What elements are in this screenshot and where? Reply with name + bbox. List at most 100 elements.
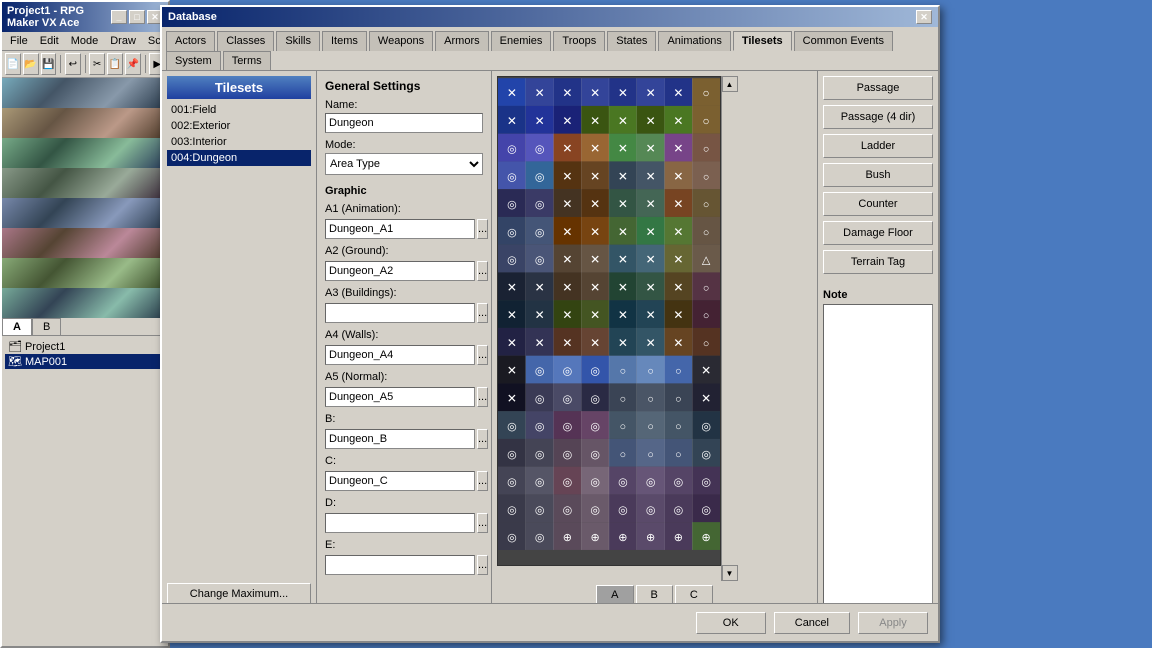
terrain-tag-btn[interactable]: Terrain Tag [823,250,933,274]
tile-thumb-3[interactable] [2,138,168,168]
dtab-tilesets[interactable]: Tilesets [733,31,792,51]
a3-input[interactable] [325,303,475,323]
menu-file[interactable]: File [4,33,34,49]
a5-input[interactable] [325,387,475,407]
tile-tab-a[interactable]: A [596,585,633,605]
tab-a[interactable]: A [2,318,32,335]
tile-thumb-6[interactable] [2,228,168,258]
tile-thumb-8[interactable] [2,288,168,318]
tile-grid-wrapper: ✕ ✕ ✕ ✕ ✕ ✕ ✕ ○ [497,76,812,581]
dtab-items[interactable]: Items [322,31,367,51]
toolbar-save[interactable]: 💾 [41,53,57,75]
toolbar-undo[interactable]: ↩ [65,53,81,75]
tile-thumb-4[interactable] [2,168,168,198]
svg-text:✕: ✕ [618,280,628,294]
toolbar-open[interactable]: 📂 [23,53,39,75]
tile-grid-svg[interactable]: ✕ ✕ ✕ ✕ ✕ ✕ ✕ ○ [497,76,721,566]
bush-btn[interactable]: Bush [823,163,933,187]
dtab-troops[interactable]: Troops [553,31,605,51]
ok-btn[interactable]: OK [696,612,766,634]
toolbar-copy[interactable]: 📋 [107,53,123,75]
passage4dir-btn[interactable]: Passage (4 dir) [823,105,933,129]
tile-thumb-1[interactable] [2,78,168,108]
d-input[interactable] [325,513,475,533]
dtab-weapons[interactable]: Weapons [369,31,433,51]
tile-row-8 [2,288,168,318]
svg-text:○: ○ [620,366,627,378]
dtab-actors[interactable]: Actors [166,31,215,51]
svg-text:✕: ✕ [646,197,656,211]
dtab-system[interactable]: System [166,51,221,70]
a4-input[interactable] [325,345,475,365]
a1-browse-btn[interactable]: ... [477,219,488,239]
rpg-maximize-btn[interactable]: □ [129,10,145,24]
a2-input[interactable] [325,261,475,281]
scroll-up[interactable]: ▲ [722,76,738,92]
tile-tab-b[interactable]: B [636,585,673,605]
damage-floor-btn[interactable]: Damage Floor [823,221,933,245]
rpg-minimize-btn[interactable]: _ [111,10,127,24]
svg-text:✕: ✕ [646,114,656,128]
c-input[interactable] [325,471,475,491]
change-max-btn[interactable]: Change Maximum... [167,583,311,605]
toolbar-sep2 [85,55,86,73]
toolbar-cut[interactable]: ✂ [89,53,105,75]
svg-text:✕: ✕ [673,114,683,128]
a2-browse-btn[interactable]: ... [477,261,488,281]
rpg-title-buttons: _ □ ✕ [111,10,163,24]
dtab-common-events[interactable]: Common Events [794,31,893,51]
a1-input[interactable] [325,219,475,239]
dtab-terms[interactable]: Terms [223,51,271,70]
a4-row: ... [325,345,483,365]
tree-project[interactable]: 🗂 Project1 [5,339,165,354]
tileset-scrollbar[interactable]: ▲ ▼ [721,76,737,581]
b-browse-btn[interactable]: ... [477,429,488,449]
a3-browse-btn[interactable]: ... [477,303,488,323]
folder-icon: 🗂 [8,340,22,353]
passage-btn[interactable]: Passage [823,76,933,100]
d-browse-btn[interactable]: ... [477,513,488,533]
a4-browse-btn[interactable]: ... [477,345,488,365]
dtab-classes[interactable]: Classes [217,31,274,51]
svg-text:○: ○ [647,449,654,461]
a1-row: ... [325,219,483,239]
dialog-close-btn[interactable]: ✕ [916,10,932,24]
e-browse-btn[interactable]: ... [477,555,488,575]
dtab-animations[interactable]: Animations [658,31,730,51]
list-item-1[interactable]: 001:Field [167,102,311,118]
c-browse-btn[interactable]: ... [477,471,488,491]
dtab-states[interactable]: States [607,31,656,51]
cancel-btn[interactable]: Cancel [774,612,850,634]
tile-thumb-5[interactable] [2,198,168,228]
apply-btn[interactable]: Apply [858,612,928,634]
counter-btn[interactable]: Counter [823,192,933,216]
svg-text:✕: ✕ [673,86,683,100]
mode-select[interactable]: Area Type [325,153,483,175]
note-textarea[interactable] [823,304,933,605]
svg-text:◎: ◎ [674,504,684,516]
b-input[interactable] [325,429,475,449]
scroll-down[interactable]: ▼ [722,565,738,581]
dtab-enemies[interactable]: Enemies [491,31,552,51]
list-item-3[interactable]: 003:Interior [167,134,311,150]
dtab-skills[interactable]: Skills [276,31,320,51]
menu-mode[interactable]: Mode [65,33,105,49]
svg-text:✕: ✕ [562,225,572,239]
tile-thumb-2[interactable] [2,108,168,138]
menu-edit[interactable]: Edit [34,33,65,49]
tile-tab-c[interactable]: C [675,585,713,605]
e-input[interactable] [325,555,475,575]
tab-b[interactable]: B [32,318,61,335]
name-input[interactable] [325,113,483,133]
a5-browse-btn[interactable]: ... [477,387,488,407]
tile-thumb-7[interactable] [2,258,168,288]
list-item-4[interactable]: 004:Dungeon [167,150,311,166]
dtab-armors[interactable]: Armors [435,31,488,51]
svg-text:◎: ◎ [535,504,545,516]
list-item-2[interactable]: 002:Exterior [167,118,311,134]
menu-draw[interactable]: Draw [104,33,142,49]
toolbar-new[interactable]: 📄 [5,53,21,75]
tree-map001[interactable]: 🗺 MAP001 [5,354,165,369]
toolbar-paste[interactable]: 📌 [125,53,141,75]
ladder-btn[interactable]: Ladder [823,134,933,158]
